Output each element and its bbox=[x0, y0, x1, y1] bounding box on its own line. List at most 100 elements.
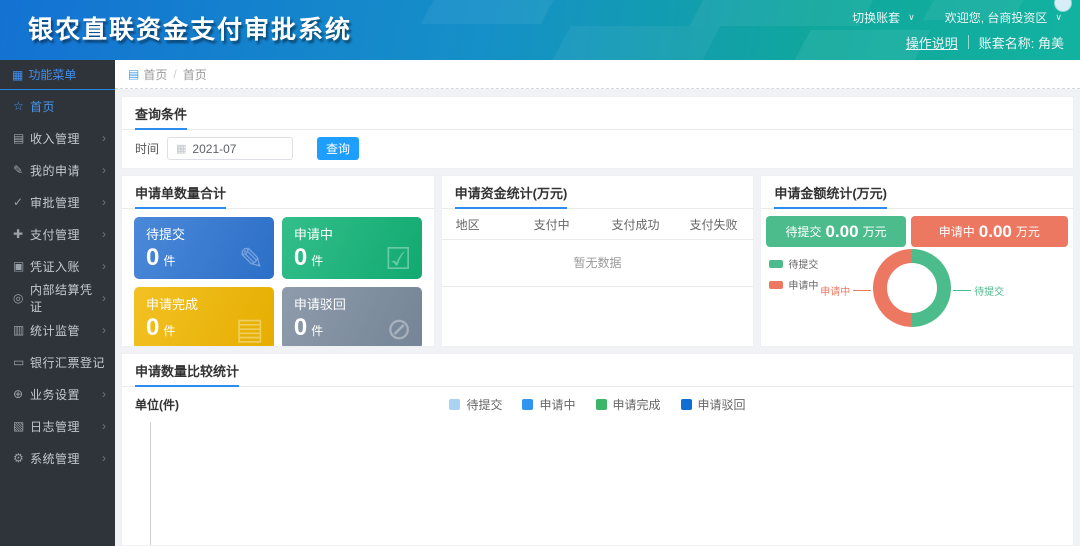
sidebar-item-label: 支付管理 bbox=[30, 226, 102, 243]
stat-card-completed[interactable]: 申请完成 0件 ▤ bbox=[134, 287, 274, 347]
empty-state-text: 暂无数据 bbox=[442, 240, 754, 287]
pencil-icon: ✎ bbox=[13, 163, 30, 177]
time-label: 时间 bbox=[135, 140, 159, 157]
stat-card-value: 0 bbox=[294, 314, 307, 341]
bar-chart-plot-area bbox=[150, 422, 1047, 546]
donut-chart: 待提交 申请中 申请中 bbox=[761, 247, 1073, 347]
chevron-right-icon: › bbox=[102, 291, 106, 305]
pending-amount-button[interactable]: 待提交 0.00 万元 bbox=[766, 216, 905, 247]
search-button[interactable]: 查询 bbox=[317, 137, 359, 160]
document-icon: ▤ bbox=[235, 312, 263, 347]
legend-item[interactable]: 申请中 bbox=[769, 277, 818, 292]
card-icon: ▭ bbox=[13, 355, 30, 369]
amount-stats-panel: 申请金额统计(万元) 待提交 0.00 万元 申请中 0.00 万元 bbox=[760, 175, 1074, 347]
document-reject-icon: ⊘ bbox=[387, 312, 412, 347]
pie-legend: 待提交 申请中 bbox=[769, 256, 818, 298]
funds-table-panel: 申请资金统计(万元) 地区 支付中 支付成功 支付失败 暂无数据 bbox=[441, 175, 755, 347]
edit-document-icon: ✎ bbox=[239, 242, 264, 277]
link-icon: ⊕ bbox=[13, 387, 30, 401]
button-unit: 万元 bbox=[1016, 223, 1040, 240]
chevron-right-icon: › bbox=[102, 419, 106, 433]
time-input[interactable]: ▦ 2021-07 bbox=[167, 137, 293, 160]
floating-widget[interactable] bbox=[1055, 0, 1071, 11]
sidebar-menu-header: ▦ 功能菜单 bbox=[0, 60, 115, 90]
stat-card-rejected[interactable]: 申请驳回 0件 ⊘ bbox=[282, 287, 422, 347]
sidebar-item-label: 业务设置 bbox=[30, 386, 102, 403]
sidebar-item-label: 银行汇票登记 bbox=[30, 354, 106, 371]
breadcrumb-root[interactable]: 首页 bbox=[143, 66, 167, 83]
stat-card-value: 0 bbox=[146, 244, 159, 271]
legend-item[interactable]: 待提交 bbox=[449, 396, 502, 413]
sidebar-item-business-settings[interactable]: ⊕ 业务设置 › bbox=[0, 378, 115, 410]
column-header: 支付成功 bbox=[598, 216, 676, 233]
chevron-right-icon: › bbox=[102, 131, 106, 145]
switch-account-button[interactable]: 切换账套 bbox=[852, 9, 900, 26]
legend-swatch bbox=[522, 399, 533, 410]
sidebar-item-label: 凭证入账 bbox=[30, 258, 102, 275]
breadcrumb-separator: / bbox=[173, 67, 176, 81]
sidebar-item-home[interactable]: ☆ 首页 bbox=[0, 90, 115, 122]
calendar-icon: ▦ bbox=[176, 142, 186, 155]
chevron-down-icon[interactable]: ∨ bbox=[1055, 12, 1062, 23]
button-label: 待提交 bbox=[785, 223, 821, 240]
legend-item[interactable]: 申请中 bbox=[522, 396, 575, 413]
applying-amount-button[interactable]: 申请中 0.00 万元 bbox=[911, 216, 1068, 247]
stat-card-label: 申请完成 bbox=[134, 287, 274, 313]
sidebar-item-internal-settlement[interactable]: ◎ 内部结算凭证 › bbox=[0, 282, 115, 314]
document-icon: ▤ bbox=[13, 131, 30, 145]
target-icon: ◎ bbox=[13, 291, 30, 305]
chevron-down-icon[interactable]: ∨ bbox=[908, 12, 915, 23]
bar-chart-icon: ▥ bbox=[13, 323, 30, 337]
star-icon: ☆ bbox=[13, 99, 30, 113]
table-header-row: 地区 支付中 支付成功 支付失败 bbox=[442, 209, 754, 240]
sidebar-item-approval[interactable]: ✓ 审批管理 › bbox=[0, 186, 115, 218]
stat-card-value: 0 bbox=[146, 314, 159, 341]
chevron-right-icon: › bbox=[102, 227, 106, 241]
sidebar-item-voucher-entry[interactable]: ▣ 凭证入账 › bbox=[0, 250, 115, 282]
legend-swatch bbox=[769, 281, 783, 289]
pie-label-text: 待提交 bbox=[974, 283, 1004, 298]
plus-icon: ✚ bbox=[13, 227, 30, 241]
page-icon: ▤ bbox=[128, 67, 139, 81]
stat-card-unit: 件 bbox=[163, 324, 175, 338]
stat-card-unit: 件 bbox=[311, 254, 323, 268]
header-decoration bbox=[549, 26, 720, 60]
sidebar-item-my-applications[interactable]: ✎ 我的申请 › bbox=[0, 154, 115, 186]
welcome-user-menu[interactable]: 欢迎您, 台商投资区 bbox=[945, 9, 1048, 26]
legend-label: 待提交 bbox=[466, 396, 502, 413]
legend-item[interactable]: 待提交 bbox=[769, 256, 818, 271]
sidebar-item-statistics[interactable]: ▥ 统计监管 › bbox=[0, 314, 115, 346]
donut-hole bbox=[887, 263, 937, 313]
legend-label: 申请驳回 bbox=[698, 396, 746, 413]
stat-card-value: 0 bbox=[294, 244, 307, 271]
header-decoration bbox=[421, 0, 559, 24]
sidebar-item-income[interactable]: ▤ 收入管理 › bbox=[0, 122, 115, 154]
comparison-chart-title: 申请数量比较统计 bbox=[122, 354, 1073, 387]
legend-item[interactable]: 申请驳回 bbox=[681, 396, 746, 413]
bar-chart-legend: 待提交 申请中 申请完成 申请驳回 bbox=[122, 396, 1073, 413]
column-header: 支付失败 bbox=[675, 216, 753, 233]
menu-grid-icon: ▦ bbox=[12, 68, 23, 82]
pie-leader-line bbox=[853, 290, 871, 291]
sidebar-item-log[interactable]: ▧ 日志管理 › bbox=[0, 410, 115, 442]
time-value: 2021-07 bbox=[192, 142, 236, 156]
sidebar-item-payment[interactable]: ✚ 支付管理 › bbox=[0, 218, 115, 250]
sidebar-item-label: 内部结算凭证 bbox=[30, 281, 102, 315]
button-label: 申请中 bbox=[939, 223, 975, 240]
sidebar-item-label: 系统管理 bbox=[30, 450, 102, 467]
app-title: 银农直联资金支付审批系统 bbox=[28, 0, 352, 60]
sidebar-item-system[interactable]: ⚙ 系统管理 › bbox=[0, 442, 115, 474]
log-edit-icon: ▧ bbox=[13, 419, 30, 433]
stat-card-applying[interactable]: 申请中 0件 ☑ bbox=[282, 217, 422, 279]
operation-guide-link[interactable]: 操作说明 bbox=[906, 33, 958, 52]
stat-card-pending[interactable]: 待提交 0件 ✎ bbox=[134, 217, 274, 279]
pie-label-applying: 申请中 bbox=[820, 283, 871, 298]
sidebar-item-bank-draft[interactable]: ▭ 银行汇票登记 bbox=[0, 346, 115, 378]
breadcrumb-current: 首页 bbox=[183, 66, 207, 83]
app-header: 银农直联资金支付审批系统 切换账套 ∨ 欢迎您, 台商投资区 ∨ 操作说明 账套… bbox=[0, 0, 1080, 60]
chevron-right-icon: › bbox=[102, 163, 106, 177]
chevron-right-icon: › bbox=[102, 195, 106, 209]
legend-item[interactable]: 申请完成 bbox=[596, 396, 661, 413]
chevron-right-icon: › bbox=[102, 451, 106, 465]
check-icon: ✓ bbox=[13, 195, 30, 209]
